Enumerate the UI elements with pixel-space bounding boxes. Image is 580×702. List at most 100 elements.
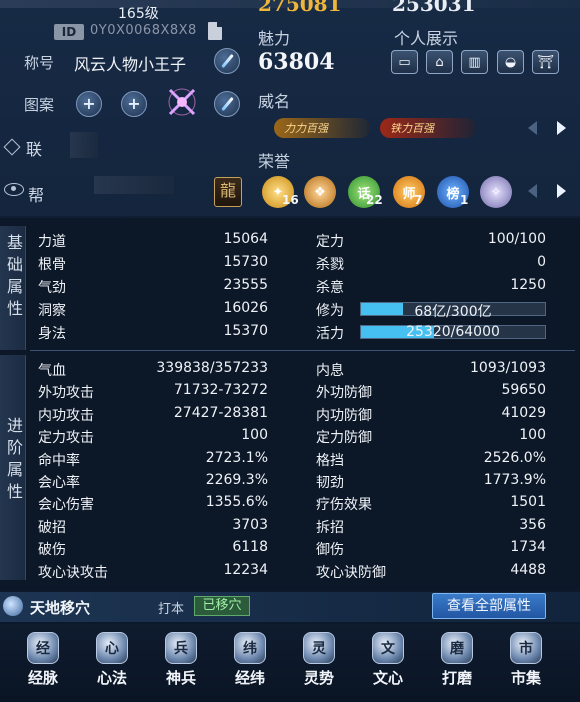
hammer-icon: 磨 bbox=[441, 632, 473, 664]
stat-name: 命中率 bbox=[38, 452, 80, 469]
attributes-divider bbox=[30, 350, 575, 351]
stat-name: 定力防御 bbox=[316, 430, 372, 447]
stat-row: 定力 100/100 bbox=[316, 231, 546, 251]
nav-mind-method[interactable]: 心心法 bbox=[85, 632, 139, 688]
nav-icon-glyph: 心 bbox=[105, 641, 119, 657]
taiji-icon bbox=[3, 596, 23, 616]
stat-name: 韧劲 bbox=[316, 475, 344, 491]
stat-name: 内功攻击 bbox=[38, 407, 94, 424]
nav-spirit[interactable]: 灵灵势 bbox=[292, 632, 346, 688]
stat-name: 根骨 bbox=[38, 257, 66, 273]
charm-value: 63804 bbox=[258, 49, 335, 75]
view-all-attributes-button[interactable]: 查看全部属性 bbox=[432, 593, 546, 619]
nav-label: 经纬 bbox=[234, 669, 265, 687]
stat-row: 定力攻击 100 bbox=[38, 427, 268, 447]
nav-label: 市集 bbox=[510, 669, 541, 687]
stat-row: 格挡 2526.0% bbox=[316, 450, 546, 470]
title-label: 称号 bbox=[24, 54, 55, 72]
grid-icon: 纬 bbox=[234, 632, 266, 664]
guild-label: 帮 bbox=[28, 186, 45, 205]
nav-icon-glyph: 纬 bbox=[243, 641, 257, 657]
dragon-emblem-icon[interactable]: 龍 bbox=[214, 177, 242, 207]
add-pattern-button-2[interactable] bbox=[121, 91, 147, 117]
fame-badge[interactable]: 铁力百强 bbox=[380, 118, 476, 138]
stat-row: 力道 15064 bbox=[38, 231, 268, 251]
copy-icon[interactable] bbox=[208, 22, 222, 40]
pattern-label: 图案 bbox=[24, 96, 55, 114]
stat-row: 攻心诀防御 4488 bbox=[316, 562, 546, 582]
honor-label: 荣誉 bbox=[258, 152, 291, 171]
crystal-honor-icon[interactable]: ✧ bbox=[480, 176, 512, 208]
stat-value: 6118 bbox=[232, 539, 268, 556]
nav-icon-glyph: 磨 bbox=[450, 641, 464, 657]
wing-honor-icon[interactable]: ❖ bbox=[304, 176, 336, 208]
tab-advanced-attributes[interactable]: 进阶属性 bbox=[0, 355, 26, 580]
edit-title-pen-icon[interactable] bbox=[214, 48, 240, 74]
tab-basic-attributes[interactable]: 基础属性 bbox=[0, 226, 26, 350]
pavilion-icon[interactable]: ⛩ bbox=[532, 50, 559, 74]
nav-grid[interactable]: 纬经纬 bbox=[223, 632, 277, 688]
honor-count: 7 bbox=[414, 193, 423, 207]
stat-value: 1773.9% bbox=[483, 472, 546, 488]
nav-hammer[interactable]: 磨打磨 bbox=[430, 632, 484, 688]
stat-name: 攻心诀防御 bbox=[316, 564, 386, 581]
stat-row: 外功攻击 71732-73272 bbox=[38, 382, 268, 402]
nav-literary[interactable]: 文文心 bbox=[361, 632, 415, 688]
stat-value: 23555 bbox=[223, 277, 268, 293]
stat-row: 杀意 1250 bbox=[316, 277, 546, 297]
stat-name: 破招 bbox=[38, 519, 66, 536]
stat-name: 身法 bbox=[38, 326, 66, 342]
nav-market[interactable]: 市市集 bbox=[499, 632, 553, 688]
stat-value: 12234 bbox=[223, 561, 268, 578]
honor-next-arrow-icon[interactable] bbox=[557, 184, 566, 198]
stat-name: 疗伤效果 bbox=[316, 497, 372, 514]
car-icon[interactable]: ◒ bbox=[497, 50, 524, 74]
vitality-bar: 25320/64000 bbox=[360, 324, 546, 340]
stat-row: 破招 3703 bbox=[38, 517, 268, 537]
cultivation-label: 修为 bbox=[316, 303, 344, 319]
stat-row: 会心率 2269.3% bbox=[38, 472, 268, 492]
id-badge: ID bbox=[54, 24, 84, 40]
add-pattern-button-1[interactable] bbox=[76, 91, 102, 117]
stat-name: 气劲 bbox=[38, 280, 66, 296]
fame-badge[interactable]: 力力百强 bbox=[274, 118, 370, 138]
chart-icon[interactable]: ▥ bbox=[461, 50, 488, 74]
stat-row: 内功攻击 27427-28381 bbox=[38, 405, 268, 425]
stat-name: 攻心诀攻击 bbox=[38, 564, 108, 581]
id-card-icon[interactable]: ▭ bbox=[391, 50, 418, 74]
stat-value: 1734 bbox=[510, 539, 546, 556]
nav-meridian[interactable]: 经经脉 bbox=[16, 632, 70, 688]
stat-row: 外功防御 59650 bbox=[316, 382, 546, 402]
stat-name: 洞察 bbox=[38, 303, 66, 319]
meridian-icon: 经 bbox=[27, 632, 59, 664]
stat-value: 59650 bbox=[501, 382, 546, 399]
stat-value: 100 bbox=[519, 427, 546, 444]
stat-name: 杀意 bbox=[316, 280, 344, 296]
stat-name: 破伤 bbox=[38, 542, 66, 559]
acupoint-status-badge[interactable]: 已移穴 bbox=[194, 596, 250, 616]
stat-value: 15064 bbox=[223, 231, 268, 247]
fame-prev-arrow-icon[interactable] bbox=[528, 121, 537, 135]
fame-next-arrow-icon[interactable] bbox=[557, 121, 566, 135]
stat-value: 4488 bbox=[510, 561, 546, 578]
stat-value: 100 bbox=[241, 427, 268, 444]
stat-value: 339838/357233 bbox=[156, 360, 268, 376]
stat-value: 2526.0% bbox=[483, 449, 546, 466]
nav-icon-glyph: 兵 bbox=[174, 641, 188, 657]
house-icon[interactable]: ⌂ bbox=[426, 50, 453, 74]
alliance-emblem-blurred bbox=[70, 132, 98, 158]
fame-label: 威名 bbox=[258, 92, 291, 111]
acupoint-mode: 打本 bbox=[158, 602, 185, 617]
honor-prev-arrow-icon[interactable] bbox=[528, 184, 537, 198]
nav-divine-weapon[interactable]: 兵神兵 bbox=[154, 632, 208, 688]
stat-row: 定力防御 100 bbox=[316, 427, 546, 447]
guild-name-blurred bbox=[94, 176, 174, 194]
nav-label: 心法 bbox=[96, 669, 127, 687]
edit-pattern-pen-icon[interactable] bbox=[214, 91, 240, 117]
stat-row: 破伤 6118 bbox=[38, 539, 268, 559]
stat-value: 356 bbox=[519, 516, 546, 533]
pattern-emblem-icon[interactable] bbox=[166, 86, 198, 118]
honor-count: 22 bbox=[366, 193, 383, 207]
literary-icon: 文 bbox=[372, 632, 404, 664]
stat-value: 41029 bbox=[501, 404, 546, 421]
